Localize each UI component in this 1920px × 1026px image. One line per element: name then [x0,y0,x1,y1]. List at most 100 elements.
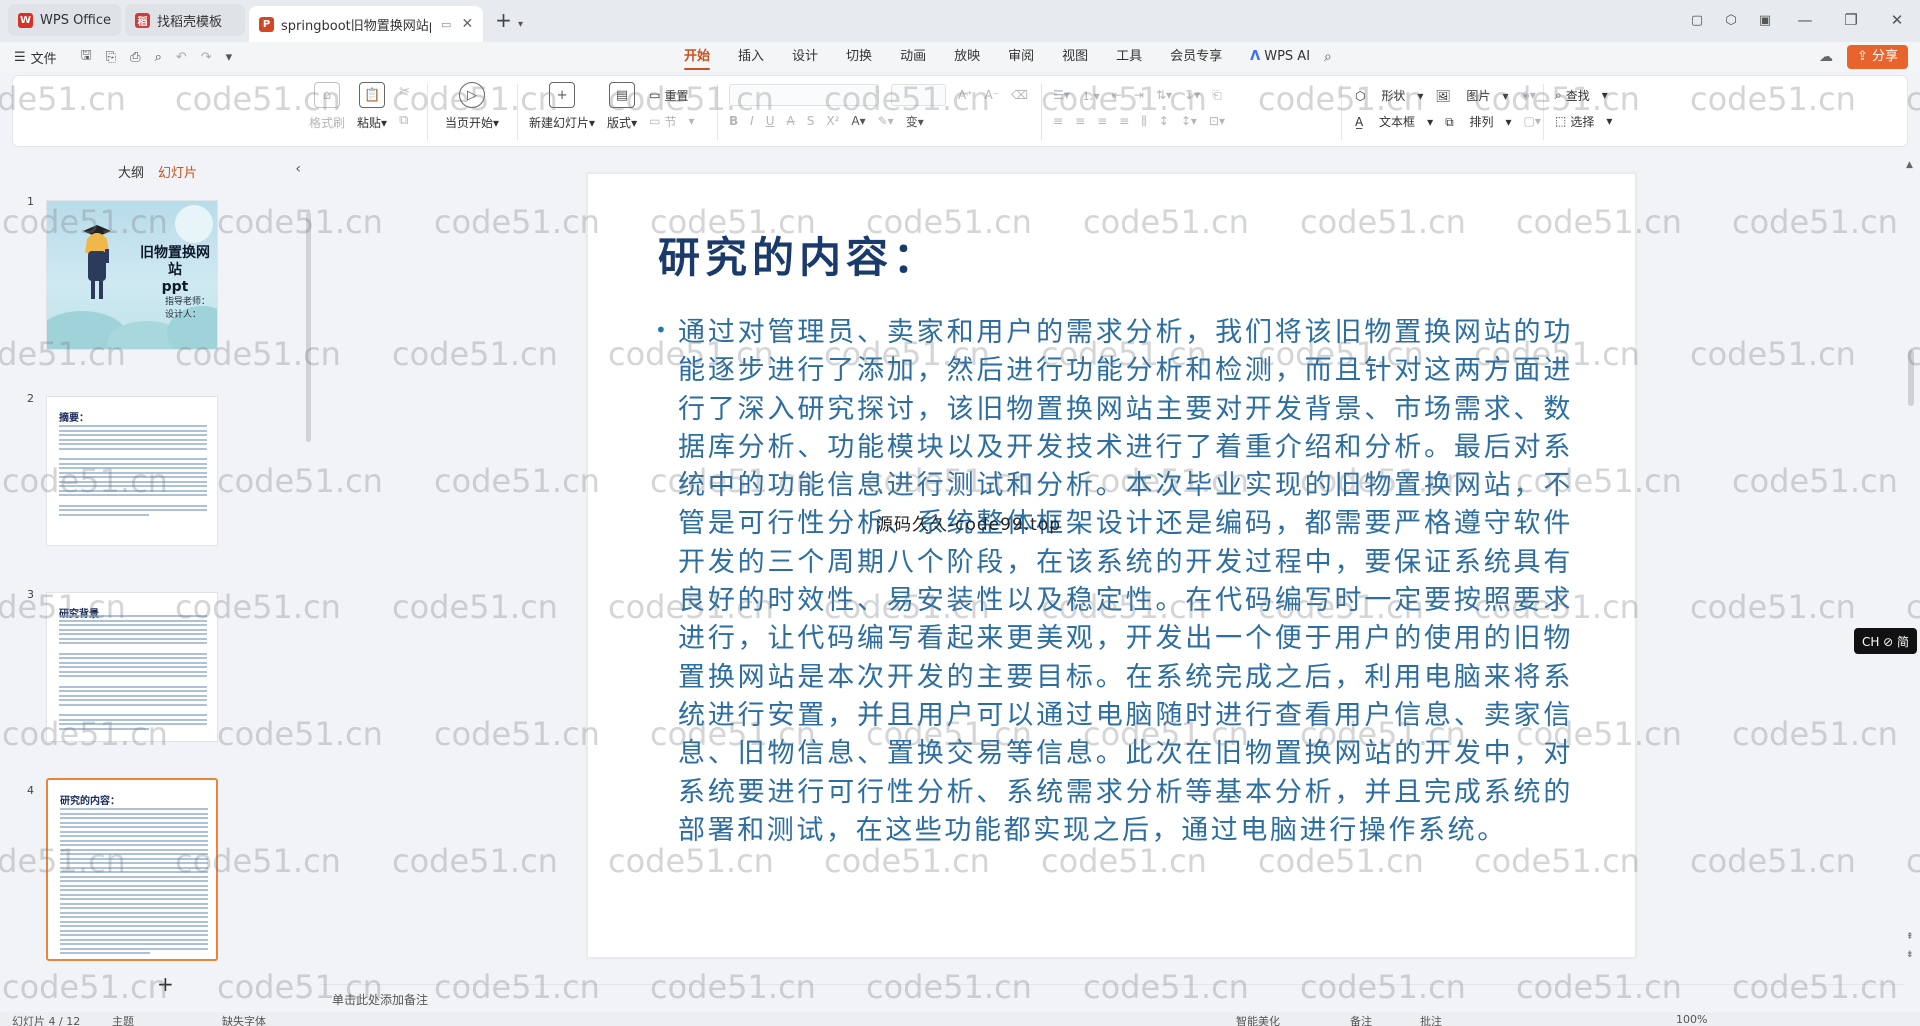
decrease-indent-icon[interactable]: ⇤ [1112,88,1122,102]
ribbon-tab-animation[interactable]: 动画 [900,42,926,72]
prev-slide-icon[interactable]: ⇞ [1906,932,1914,942]
align-left-icon[interactable]: ≡ [1053,114,1063,128]
search-icon[interactable]: ⌕ [1324,49,1332,65]
new-tab-button[interactable]: + [495,8,512,32]
print-preview-icon[interactable]: ⌕ [155,50,162,65]
bullets-icon[interactable]: ☰▾ [1053,88,1070,102]
ribbon-tab-design[interactable]: 设计 [792,42,818,72]
file-menu[interactable]: ☰ 文件 [14,48,57,67]
ribbon-tab-insert[interactable]: 插入 [738,42,764,72]
outline-icon[interactable]: ▢▾ [1524,114,1541,128]
play-from-current-button[interactable]: ▷ 当页开始▾ [445,82,499,131]
save-icon[interactable]: 🖫 [81,46,92,68]
theme-label[interactable]: 主题 [112,1013,134,1026]
cut-icon[interactable]: ✂ [399,84,410,99]
slide-scrollbar[interactable]: ▲ ⇞ ⇟ [1906,160,1916,980]
outline-view-tab[interactable]: 大纲 [118,162,144,181]
tab-springboot-ppt[interactable]: P springboot旧物置换网站pp ▭ ✕ [249,6,484,42]
slides-view-tab[interactable]: 幻灯片 [158,162,197,181]
chevron-down-icon[interactable]: ▾ [518,19,523,30]
copy-icon[interactable]: ⧉ [399,113,410,128]
undo-icon[interactable]: ↶ [176,50,187,65]
add-slide-button[interactable]: + [157,972,174,996]
align-center-icon[interactable]: ≡ [1075,114,1085,128]
float-window-icon[interactable]: ▭ [441,18,451,31]
font-size-select[interactable] [891,84,946,106]
notes-toggle[interactable]: 备注 [1350,1013,1372,1026]
ribbon-tab-view[interactable]: 视图 [1062,42,1088,72]
notes-pane[interactable]: 单击此处添加备注 [320,984,1905,1012]
close-tab-icon[interactable]: ✕ [461,16,473,32]
tab-wps-office[interactable]: W WPS Office [8,4,122,36]
select-button[interactable]: ⬚ 选择 ▾ [1555,108,1612,134]
smart-beautify-button[interactable]: 智能美化 [1236,1013,1280,1026]
export-icon[interactable]: ⎘ [106,50,116,65]
ime-indicator[interactable]: CH ⊘ 简 [1854,628,1917,654]
collapse-panel-icon[interactable]: ‹ [295,161,301,177]
highlight-icon[interactable]: ✎▾ [878,114,894,128]
line-spacing-icon[interactable]: ↕ [1159,114,1169,128]
increase-indent-icon[interactable]: ⇥ [1134,88,1144,102]
share-button[interactable]: ⇪ 分享 [1846,45,1908,69]
ribbon-tab-member[interactable]: 会员专享 [1170,42,1222,72]
tab-docer-templates[interactable]: 稻 找稻壳模板 [125,4,246,36]
bold-icon[interactable]: B [729,114,738,128]
slide-title[interactable]: 研究的内容： [658,224,940,285]
cube-icon[interactable]: ⬡ [1714,13,1748,28]
close-window-button[interactable]: ✕ [1874,11,1920,29]
paste-button[interactable]: 📋 粘贴▾ [357,82,387,131]
text-direction-icon[interactable]: ⇅▾ [1156,88,1172,102]
ribbon-tab-slideshow[interactable]: 放映 [954,42,980,72]
find-button[interactable]: ⌕ 查找 ▾ [1555,82,1608,108]
ribbon-tab-home[interactable]: 开始 [684,42,711,72]
wps-ai-button[interactable]: Λ WPS AI [1250,42,1310,72]
increase-font-icon[interactable]: A⁺ [958,88,973,102]
print-icon[interactable]: ⎙ [130,50,140,65]
char-spacing-icon[interactable]: 变▾ [906,113,924,130]
restore-button[interactable]: ❐ [1828,11,1874,29]
slide-canvas[interactable]: 研究的内容： • 通过对管理员、卖家和用户的需求分析，我们将该旧物置换网站的功能… [587,173,1636,958]
shadow-icon[interactable]: S [807,114,815,128]
section-button[interactable]: ▭ 节 ▾ [649,108,700,134]
sort-icon[interactable]: ↧▾ [1184,88,1200,102]
thumbnail-scrollbar[interactable] [306,212,311,442]
para-spacing-icon[interactable]: ↕▾ [1181,114,1197,128]
numbering-icon[interactable]: ⒈▾ [1082,87,1100,104]
zoom-level[interactable]: 100% [1676,1013,1707,1026]
format-painter-button[interactable]: ⌂ 格式刷 [309,82,345,131]
columns-icon[interactable]: ⫼ [1141,114,1147,129]
italic-icon[interactable]: I [750,114,754,128]
window-layout-icon[interactable]: ▢ [1680,13,1714,28]
decrease-font-icon[interactable]: A⁻ [985,88,1000,102]
clear-format-icon[interactable]: ⌫ [1011,88,1028,102]
slide-thumbnail-2[interactable]: 摘要： [46,396,218,546]
layout-button[interactable]: ▤ 版式▾ [607,82,637,131]
fill-icon[interactable]: ◈▾ [1520,88,1535,102]
arrange-button[interactable]: ⧉ 排列 ▾ [1445,113,1511,130]
superscript-icon[interactable]: X² [826,114,839,128]
avatar[interactable]: ▣ [1748,13,1782,28]
ribbon-tab-review[interactable]: 审阅 [1008,42,1034,72]
font-family-select[interactable] [729,84,879,106]
convert-icon[interactable]: ⎗ [1212,88,1222,103]
slide-thumbnail-4[interactable]: 研究的内容： [46,778,218,961]
scrollbar-thumb[interactable] [1908,350,1914,406]
comments-toggle[interactable]: 批注 [1420,1013,1442,1026]
scroll-up-icon[interactable]: ▲ [1906,160,1913,170]
ribbon-tab-transition[interactable]: 切换 [846,42,872,72]
ribbon-tab-tools[interactable]: 工具 [1116,42,1142,72]
quick-access-dropdown-icon[interactable]: ▾ [226,50,233,65]
justify-icon[interactable]: ≡ [1119,114,1129,128]
reset-button[interactable]: ▭ 重置 [649,82,700,108]
new-slide-button[interactable]: + 新建幻灯片▾ [529,82,595,131]
underline-icon[interactable]: U [766,114,775,128]
next-slide-icon[interactable]: ⇟ [1906,950,1914,960]
cloud-sync-icon[interactable]: ☁ [1819,49,1833,65]
align-right-icon[interactable]: ≡ [1097,114,1107,128]
align-text-icon[interactable]: ⊡▾ [1209,114,1225,128]
textbox-button[interactable]: A̲ 文本框 ▾ [1355,113,1433,130]
strikethrough-icon[interactable]: A [787,114,795,128]
picture-button[interactable]: 🖼 图片 ▾ [1435,87,1508,104]
font-color-icon[interactable]: A▾ [851,114,865,128]
shape-button[interactable]: ⬡ 形状 ▾ [1355,87,1423,104]
